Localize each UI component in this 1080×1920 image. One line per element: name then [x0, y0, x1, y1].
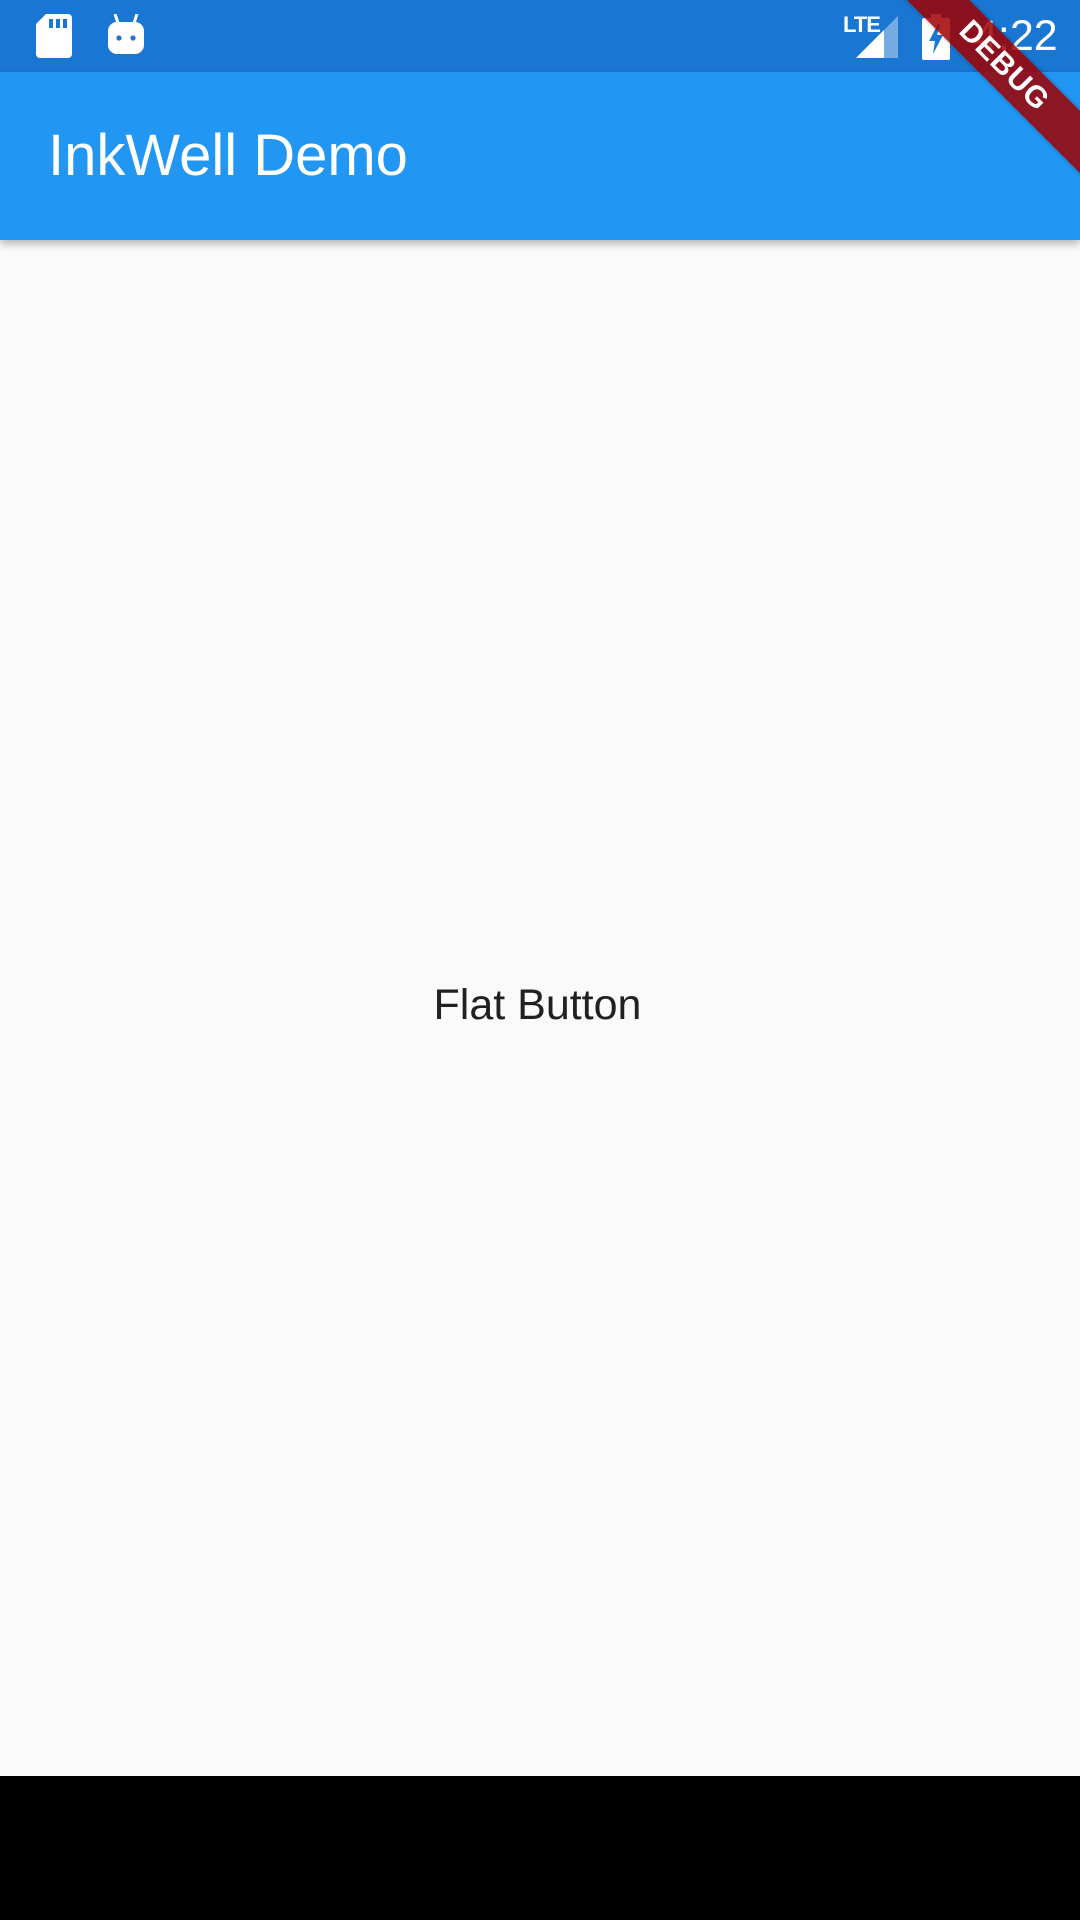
main-content: Flat Button [0, 240, 1080, 1776]
android-debug-icon [106, 13, 146, 63]
status-clock: 4:22 [974, 12, 1058, 60]
app-bar: InkWell Demo [0, 72, 1080, 240]
navigation-bar [0, 1776, 1080, 1920]
status-bar: LTE 4:22 [0, 0, 1080, 72]
lte-signal-icon [856, 16, 898, 63]
app-screen: LTE 4:22 InkWell Demo Flat Button DEBUG [0, 0, 1080, 1920]
app-title: InkWell Demo [48, 123, 408, 188]
battery-charging-icon [922, 14, 950, 65]
flat-button[interactable]: Flat Button [400, 963, 675, 1047]
sd-card-icon [36, 14, 72, 63]
